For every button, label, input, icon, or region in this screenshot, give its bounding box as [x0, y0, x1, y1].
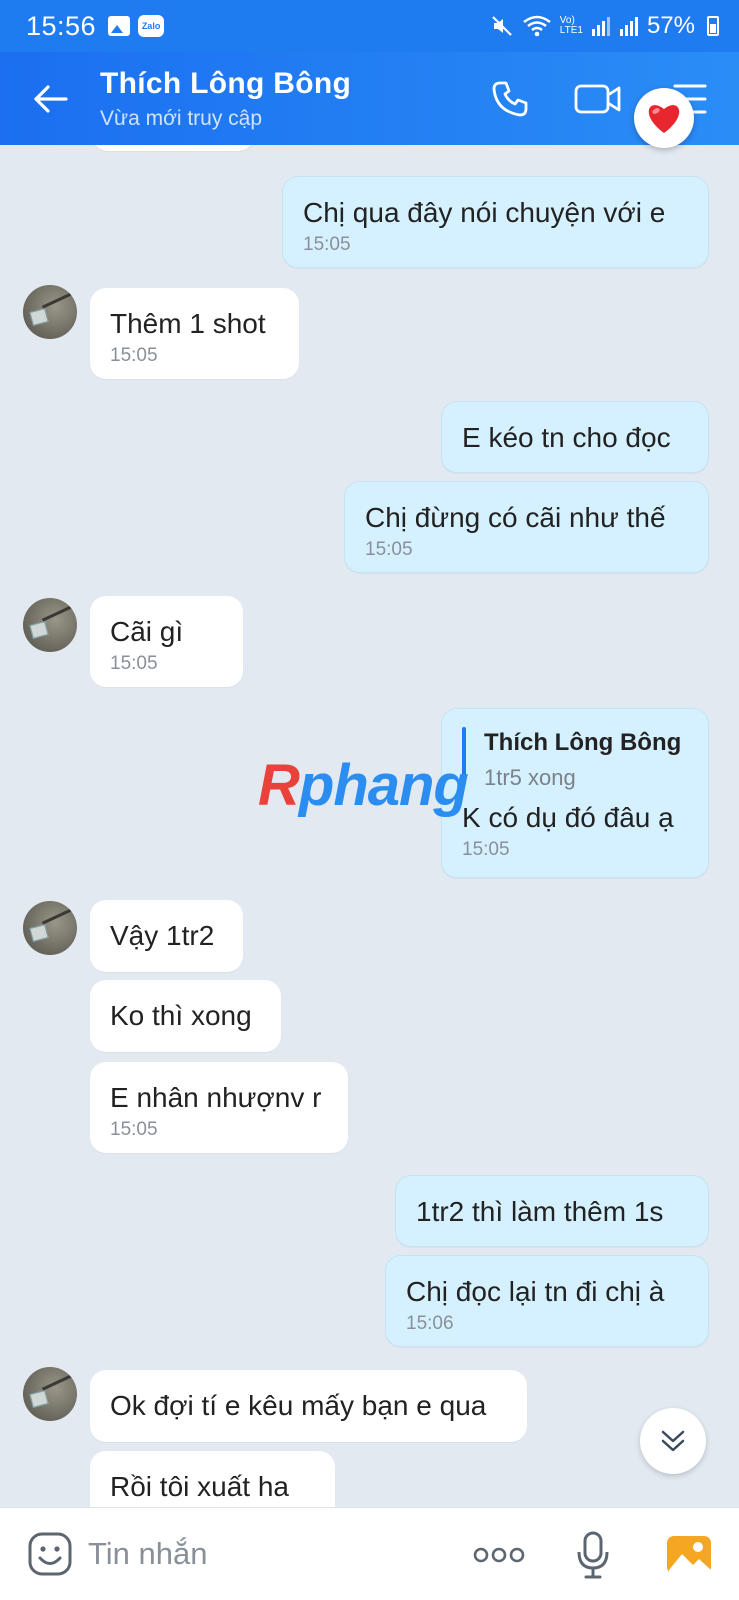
status-bar: 15:56 Zalo Vo) LTE1 57% — [0, 0, 739, 52]
message-text: Vậy 1tr2 — [110, 920, 215, 951]
voice-button[interactable] — [568, 1528, 618, 1582]
message-text: Chị qua đây nói chuyện với e — [303, 197, 666, 228]
gallery-notification-icon — [108, 16, 131, 36]
avatar[interactable] — [23, 598, 77, 652]
back-arrow-icon — [34, 84, 68, 113]
message-time: 15:05 — [303, 234, 351, 255]
status-right: Vo) LTE1 57% — [490, 12, 719, 40]
avatar[interactable] — [23, 1367, 77, 1421]
more-options-icon — [473, 1547, 525, 1563]
watermark-rest: phang — [298, 753, 469, 818]
avatar[interactable] — [23, 285, 77, 339]
message-bubble-incoming[interactable]: Thêm 1 shot 15:05 — [90, 288, 299, 379]
message-bubble-incoming[interactable]: Cãi gì 15:05 — [90, 596, 243, 687]
message-bubble-incoming[interactable]: Rồi tôi xuất ha — [90, 1451, 335, 1507]
message-bubble-incoming[interactable]: E nhân nhượnv r 15:05 — [90, 1062, 348, 1153]
message-text: E nhân nhượnv r — [110, 1082, 322, 1113]
gallery-button[interactable] — [664, 1530, 714, 1580]
sticker-icon — [28, 1532, 72, 1576]
message-input-bar: Tin nhắn — [0, 1507, 739, 1600]
message-time: 15:05 — [462, 839, 510, 860]
message-bubble-partial — [92, 145, 254, 151]
message-bubble-outgoing[interactable]: Chị đừng có cãi như thế 15:05 — [344, 481, 709, 573]
avatar[interactable] — [23, 901, 77, 955]
message-input[interactable]: Tin nhắn — [74, 1536, 208, 1572]
message-time: 15:05 — [110, 1119, 158, 1140]
message-time: 15:05 — [365, 539, 413, 560]
message-text: 1tr2 thì làm thêm 1s — [416, 1196, 664, 1227]
phone-icon — [492, 81, 528, 117]
zalo-notification-icon: Zalo — [138, 15, 165, 37]
microphone-icon — [577, 1531, 609, 1579]
volte-indicator: Vo) LTE1 — [560, 16, 583, 36]
message-bubble-outgoing[interactable]: E kéo tn cho đọc — [441, 401, 709, 473]
status-time: 15:56 — [26, 10, 97, 41]
battery-percent: 57% — [646, 12, 695, 39]
watermark-r: R — [258, 753, 300, 818]
gallery-icon — [667, 1536, 711, 1574]
message-time: 15:05 — [110, 653, 158, 674]
heart-reaction-button[interactable] — [634, 88, 694, 148]
message-bubble-incoming[interactable]: Ok đợi tí e kêu mấy bạn e qua — [90, 1370, 527, 1442]
chat-header: Thích Lông Bông Vừa mới truy cập — [0, 52, 739, 145]
message-bubble-incoming[interactable]: Ko thì xong — [90, 980, 281, 1052]
contact-status: Vừa mới truy cập — [100, 106, 263, 130]
message-bubble-outgoing[interactable]: Chị đọc lại tn đi chị à 15:06 — [385, 1255, 709, 1347]
quoted-sender: Thích Lông Bông — [484, 729, 682, 756]
contact-info[interactable]: Thích Lông Bông Vừa mới truy cập — [100, 67, 351, 131]
input-placeholder: Tin nhắn — [88, 1536, 208, 1571]
watermark-logo: Rphang — [258, 752, 469, 819]
video-call-button[interactable] — [571, 72, 625, 126]
message-bubble-reply[interactable]: Thích Lông Bông 1tr5 xong K có dụ đó đâu… — [441, 708, 709, 878]
call-button[interactable] — [483, 72, 537, 126]
message-text: Ko thì xong — [110, 1000, 252, 1031]
back-button[interactable] — [0, 52, 100, 145]
wifi-icon — [523, 15, 551, 37]
message-bubble-incoming[interactable]: Vậy 1tr2 — [90, 900, 243, 972]
lte-label: LTE1 — [559, 25, 583, 36]
message-time: 15:06 — [406, 1313, 454, 1334]
battery-icon — [707, 16, 719, 36]
contact-name: Thích Lông Bông — [100, 66, 352, 100]
signal-icon-1 — [591, 17, 610, 36]
sticker-button[interactable] — [24, 1528, 76, 1580]
message-text: K có dụ đó đâu ạ — [462, 802, 674, 833]
message-text: Thêm 1 shot — [110, 308, 266, 339]
message-text: Ok đợi tí e kêu mấy bạn e qua — [110, 1390, 487, 1421]
message-bubble-outgoing[interactable]: 1tr2 thì làm thêm 1s — [395, 1175, 709, 1247]
message-text: Chị đọc lại tn đi chị à — [406, 1276, 665, 1307]
mute-icon — [492, 16, 512, 36]
message-time: 15:05 — [110, 345, 158, 366]
message-text: Cãi gì — [110, 616, 184, 647]
message-text: E kéo tn cho đọc — [462, 422, 671, 453]
more-options-button[interactable] — [470, 1538, 528, 1572]
chevron-down-icon — [661, 1430, 685, 1452]
signal-icon-2 — [619, 17, 638, 36]
message-text: Chị đừng có cãi như thế — [365, 502, 666, 533]
heart-icon — [648, 105, 680, 133]
video-call-icon — [574, 84, 621, 114]
message-text: Rồi tôi xuất ha — [110, 1471, 289, 1502]
chat-messages[interactable]: Chị qua đây nói chuyện với e 15:05 Thêm … — [0, 145, 739, 1507]
message-bubble-outgoing[interactable]: Chị qua đây nói chuyện với e 15:05 — [282, 176, 709, 268]
scroll-to-bottom-button[interactable] — [640, 1408, 706, 1474]
quoted-text: 1tr5 xong — [484, 765, 576, 790]
